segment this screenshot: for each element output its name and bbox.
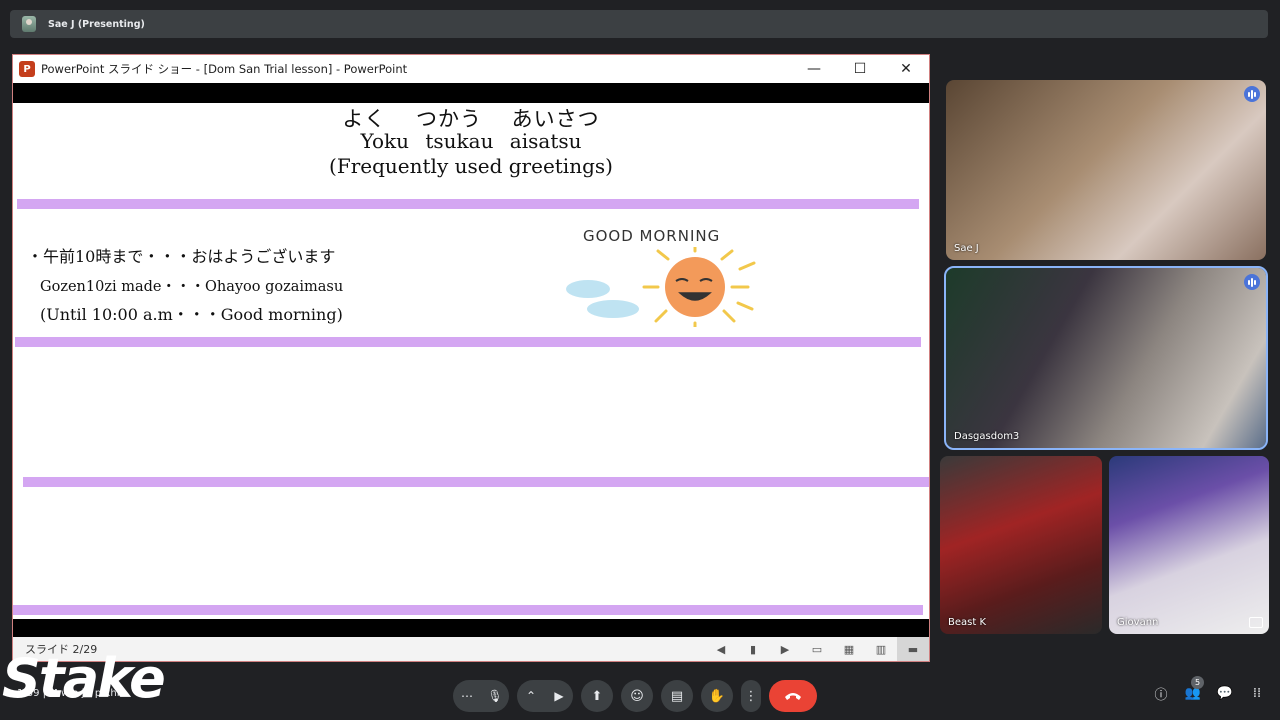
divider-stripe [17,199,919,209]
divider-stripe [13,605,923,615]
participant-name: Beast K [948,617,987,628]
slide[interactable]: よく つかう あいさつ Yoku tsukau aisatsu (Frequen… [13,103,929,619]
participant-name: Dasgasdom3 [954,431,1020,442]
captions-icon[interactable]: ▤ [661,680,693,712]
participant-name: Sae J [954,243,979,254]
presenter-avatar [22,16,36,32]
phone-hangup-icon [785,693,801,700]
participant-name: Giovann [1117,617,1159,628]
divider-stripe [23,477,929,487]
activities-icon[interactable]: ⁞⁞ [1248,684,1266,702]
participant-tile[interactable]: Giovann [1109,456,1269,634]
presenter-bar: Sae J (Presenting) [10,10,1268,38]
minimize-button[interactable]: — [791,55,837,83]
speaking-indicator-icon [1244,86,1260,102]
chevron-up-icon[interactable]: ⌃ [517,680,545,712]
greeting-romaji: Gozen10zi made・・・Ohayoo gozaimasu [40,279,344,295]
slide-title-english: (Frequently used greetings) [329,154,613,178]
more-options-icon[interactable]: ⋮ [741,680,761,712]
powerpoint-icon: P [19,61,35,77]
sun-illustration [566,247,756,327]
camera-icon[interactable]: ▶ [545,680,573,712]
emoji-icon[interactable]: ☺ [621,680,653,712]
maximize-button[interactable]: ☐ [837,55,883,83]
divider-stripe [15,337,921,347]
reading-view-icon[interactable]: ▥ [865,637,897,661]
good-morning-illustration-text: GOOD MORNING [583,227,721,245]
slide-area: よく つかう あいさつ Yoku tsukau aisatsu (Frequen… [13,83,929,639]
participant-tile[interactable]: Sae J [946,80,1266,260]
next-slide-icon[interactable]: ▶ [769,637,801,661]
call-controls: ⋯ 🎙 ⌃ ▶ ⬆ ☺ ▤ ✋ ⋮ [453,680,817,712]
participant-count-badge: 5 [1191,676,1204,689]
greeting-japanese: ・午前10時まで・・・おはようございます [27,247,336,266]
end-call-button[interactable] [769,680,817,712]
present-screen-icon[interactable]: ⬆ [581,680,613,712]
more-audio-options-icon[interactable]: ⋯ [453,680,481,712]
chat-icon[interactable]: 💬 [1216,684,1234,702]
slideshow-view-icon[interactable]: ▬ [897,637,929,661]
ppt-titlebar: P PowerPoint スライド ショー - [Dom San Trial l… [13,55,929,83]
right-controls: ⓘ 👥 5 💬 ⁞⁞ [1152,676,1266,703]
normal-view-icon[interactable]: ▭ [801,637,833,661]
info-icon[interactable]: ⓘ [1152,684,1170,703]
microphone-icon[interactable]: 🎙 [481,680,509,712]
people-icon[interactable]: 👥 5 [1184,676,1204,702]
slide-menu-icon[interactable]: ▮ [737,637,769,661]
slide-title-romaji: Yoku tsukau aisatsu [360,129,582,153]
speaking-indicator-icon [1244,274,1260,290]
stake-watermark: Stake [2,647,166,710]
pin-icon[interactable] [1249,617,1263,628]
mic-control: ⋯ 🎙 [453,680,509,712]
raise-hand-icon[interactable]: ✋ [701,680,733,712]
participant-tile[interactable]: Dasgasdom3 [944,266,1268,450]
slide-sorter-icon[interactable]: ▦ [833,637,865,661]
presenter-label: Sae J (Presenting) [48,18,145,30]
close-button[interactable]: ✕ [883,55,929,83]
greeting-english: (Until 10:00 a.m・・・Good morning) [40,305,343,324]
bottom-controls: 1:39 | M w a j r p xhf ⋯ 🎙 ⌃ ▶ ⬆ ☺ ▤ ✋ ⋮… [0,672,1280,720]
previous-slide-icon[interactable]: ◀ [705,637,737,661]
camera-control: ⌃ ▶ [517,680,573,712]
participant-tile[interactable]: Beast K [940,456,1102,634]
ppt-window-title: PowerPoint スライド ショー - [Dom San Trial les… [41,62,408,76]
ppt-window: P PowerPoint スライド ショー - [Dom San Trial l… [12,54,930,662]
